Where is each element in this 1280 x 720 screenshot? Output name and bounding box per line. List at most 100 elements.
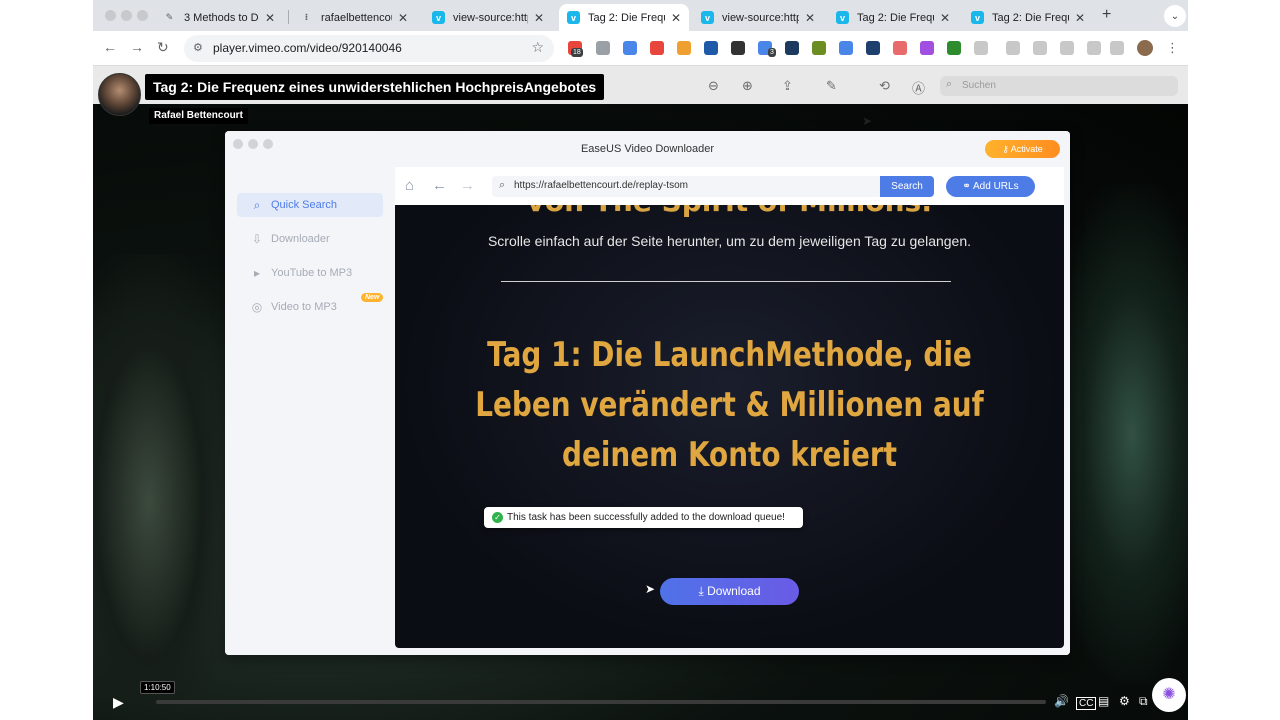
browser-tab-active[interactable]: v Tag 2: Die Frequen ✕ xyxy=(559,4,689,31)
background-swirl-left xyxy=(93,254,233,704)
progress-bar[interactable] xyxy=(156,700,1046,704)
bookmark-star-icon[interactable]: ☆ xyxy=(531,39,544,56)
tab-groups-icon[interactable] xyxy=(1087,41,1101,55)
vimeo-icon: v xyxy=(836,11,849,24)
side-panel-icon[interactable] xyxy=(1110,41,1124,55)
easeus-window-title: EaseUS Video Downloader xyxy=(580,143,715,155)
share-icon[interactable]: ⇪ xyxy=(782,78,793,94)
embedded-webpage[interactable]: von The Spirit of Millions: Scrolle einf… xyxy=(395,205,1064,648)
close-tab-icon[interactable]: ✕ xyxy=(805,11,815,25)
browser-tab[interactable]: v Tag 2: Die Frequen ✕ xyxy=(828,4,958,31)
star-extension-icon[interactable] xyxy=(650,41,664,55)
download-tray-icon: ⇩ xyxy=(251,232,263,246)
sidebar-item-youtube-to-mp3[interactable]: ▸ YouTube to MP3 xyxy=(237,261,383,285)
download-button[interactable]: ⤓ Download xyxy=(660,578,799,605)
browser-tab[interactable]: ✎ 3 Methods to Dow ✕ xyxy=(155,4,283,31)
notes-extension-icon[interactable] xyxy=(731,41,745,55)
browser-tab[interactable]: v Tag 2: Die Frequen ✕ xyxy=(963,4,1093,31)
channel-avatar[interactable] xyxy=(98,73,141,116)
link-icon: ⚭ xyxy=(962,181,974,192)
window-close-dot[interactable] xyxy=(105,10,116,21)
reading-list-icon[interactable] xyxy=(1033,41,1047,55)
viewer-search-field[interactable]: ⌕ Suchen xyxy=(940,76,1178,96)
extensions-puzzle-icon[interactable] xyxy=(974,41,988,55)
shield-extension-icon[interactable] xyxy=(785,41,799,55)
sidebar-item-video-to-mp3[interactable]: ◎ Video to MP3 xyxy=(237,295,383,319)
settings-gear-icon[interactable]: ⚙ xyxy=(1119,694,1130,708)
success-toast: ✓ This task has been successfully added … xyxy=(484,507,803,528)
close-tab-icon[interactable]: ✕ xyxy=(265,11,275,25)
browser-tab[interactable]: v view-source:https ✕ xyxy=(693,4,823,31)
browser-tab[interactable]: v view-source:https ✕ xyxy=(424,4,552,31)
checkmark-icon: ✓ xyxy=(492,512,503,523)
left-margin xyxy=(0,0,93,720)
gear-extension-icon[interactable] xyxy=(677,41,691,55)
forward-arrow-icon[interactable]: → xyxy=(460,177,475,194)
menu-kebab-icon[interactable]: ⋮ xyxy=(1166,40,1179,56)
window-zoom-dot[interactable] xyxy=(137,10,148,21)
zoom-in-icon[interactable]: ⊕ xyxy=(742,78,753,94)
browser-toolbar: ← → ↻ ⚙ player.vimeo.com/video/920140046… xyxy=(93,31,1188,66)
loading-icon: ⁝ xyxy=(304,12,309,22)
day-heading: Tag 1: Die LaunchMethode, die Leben verä… xyxy=(475,335,984,475)
close-tab-icon[interactable]: ✕ xyxy=(671,11,681,25)
right-margin xyxy=(1188,0,1280,720)
brain-extension-icon[interactable] xyxy=(920,41,934,55)
rotate-icon[interactable]: ⟲ xyxy=(879,78,890,94)
back-arrow-icon[interactable]: ← xyxy=(432,177,447,194)
channel-name[interactable]: Rafael Bettencourt xyxy=(149,108,248,124)
site-info-icon[interactable]: ⚙ xyxy=(193,41,203,54)
zoom-out-icon[interactable]: ⊖ xyxy=(708,78,719,94)
video-title[interactable]: Tag 2: Die Frequenz eines unwiderstehlic… xyxy=(145,74,605,100)
mouse-cursor-icon: ➤ xyxy=(645,582,656,596)
download-arrow-extension-icon[interactable] xyxy=(947,41,961,55)
easeus-titlebar: EaseUS Video Downloader ⚷ Activate xyxy=(225,131,1070,167)
markup-pen-icon[interactable]: ✎ xyxy=(826,78,837,94)
easeus-browser-bar: ⌂ ← → ⌕ https://rafaelbettencourt.de/rep… xyxy=(395,167,1064,205)
back-arrow-icon[interactable]: ← xyxy=(103,39,117,55)
downloads-icon[interactable] xyxy=(1060,41,1074,55)
close-tab-icon[interactable]: ✕ xyxy=(534,11,544,25)
sidebar-item-downloader[interactable]: ⇩ Downloader xyxy=(237,227,383,251)
page-cut-heading: von The Spirit of Millions: xyxy=(395,205,1064,218)
new-tab-plus-icon[interactable]: + xyxy=(1102,6,1111,24)
pen-icon: ✎ xyxy=(165,12,174,22)
home-icon[interactable]: ⌂ xyxy=(405,177,414,194)
easeus-sidebar: ⌕ Quick Search ⇩ Downloader ▸ YouTube to… xyxy=(225,167,395,655)
volume-icon[interactable]: 🔊 xyxy=(1054,694,1069,708)
sidebar-item-quick-search[interactable]: ⌕ Quick Search xyxy=(237,193,383,217)
cast-icon[interactable] xyxy=(1006,41,1020,55)
puzzle-piece-extension-icon[interactable] xyxy=(812,41,826,55)
vimeo-icon: v xyxy=(567,11,580,24)
close-tab-icon[interactable]: ✕ xyxy=(940,11,950,25)
add-urls-button[interactable]: ⚭ Add URLs xyxy=(946,176,1035,197)
tab-search-chevron-icon[interactable]: ⌄ xyxy=(1164,5,1186,27)
code-extension-icon[interactable] xyxy=(596,41,610,55)
mouse-cursor-icon: ➤ xyxy=(862,114,873,128)
captions-icon[interactable]: CC xyxy=(1076,697,1097,710)
play-square-icon: ▸ xyxy=(253,266,261,280)
address-bar[interactable]: ⚙ player.vimeo.com/video/920140046 ☆ xyxy=(184,35,554,62)
search-button[interactable]: Search xyxy=(880,176,934,197)
window-minimize-dot[interactable] xyxy=(121,10,132,21)
annotate-icon[interactable]: Ⓐ xyxy=(912,78,925,97)
reload-icon[interactable]: ↻ xyxy=(157,39,169,56)
pip-icon[interactable]: ⧉ xyxy=(1139,694,1148,709)
terminal-extension-icon[interactable] xyxy=(704,41,718,55)
target-extension-icon[interactable] xyxy=(893,41,907,55)
transcript-icon[interactable]: ▤ xyxy=(1098,694,1109,708)
translate-extension-icon[interactable] xyxy=(839,41,853,55)
forward-arrow-icon[interactable]: → xyxy=(130,39,144,55)
activate-button[interactable]: ⚷ Activate xyxy=(985,140,1060,158)
browser-tab[interactable]: ⁝ rafaelbettencourt ✕ xyxy=(292,4,416,31)
url-input[interactable]: ⌕ https://rafaelbettencourt.de/replay-ts… xyxy=(492,176,882,197)
close-tab-icon[interactable]: ✕ xyxy=(1075,11,1085,25)
time-tooltip: 1:10:50 xyxy=(140,681,175,694)
play-icon[interactable]: ▶ xyxy=(113,694,124,711)
brain-assistant-icon[interactable]: ✺ xyxy=(1152,678,1186,712)
grid-extension-icon[interactable] xyxy=(866,41,880,55)
scroll-instruction: Scrolle einfach auf der Seite herunter, … xyxy=(487,233,972,249)
close-tab-icon[interactable]: ✕ xyxy=(398,11,408,25)
profile-avatar[interactable] xyxy=(1137,40,1153,56)
screen-extension-icon[interactable] xyxy=(623,41,637,55)
